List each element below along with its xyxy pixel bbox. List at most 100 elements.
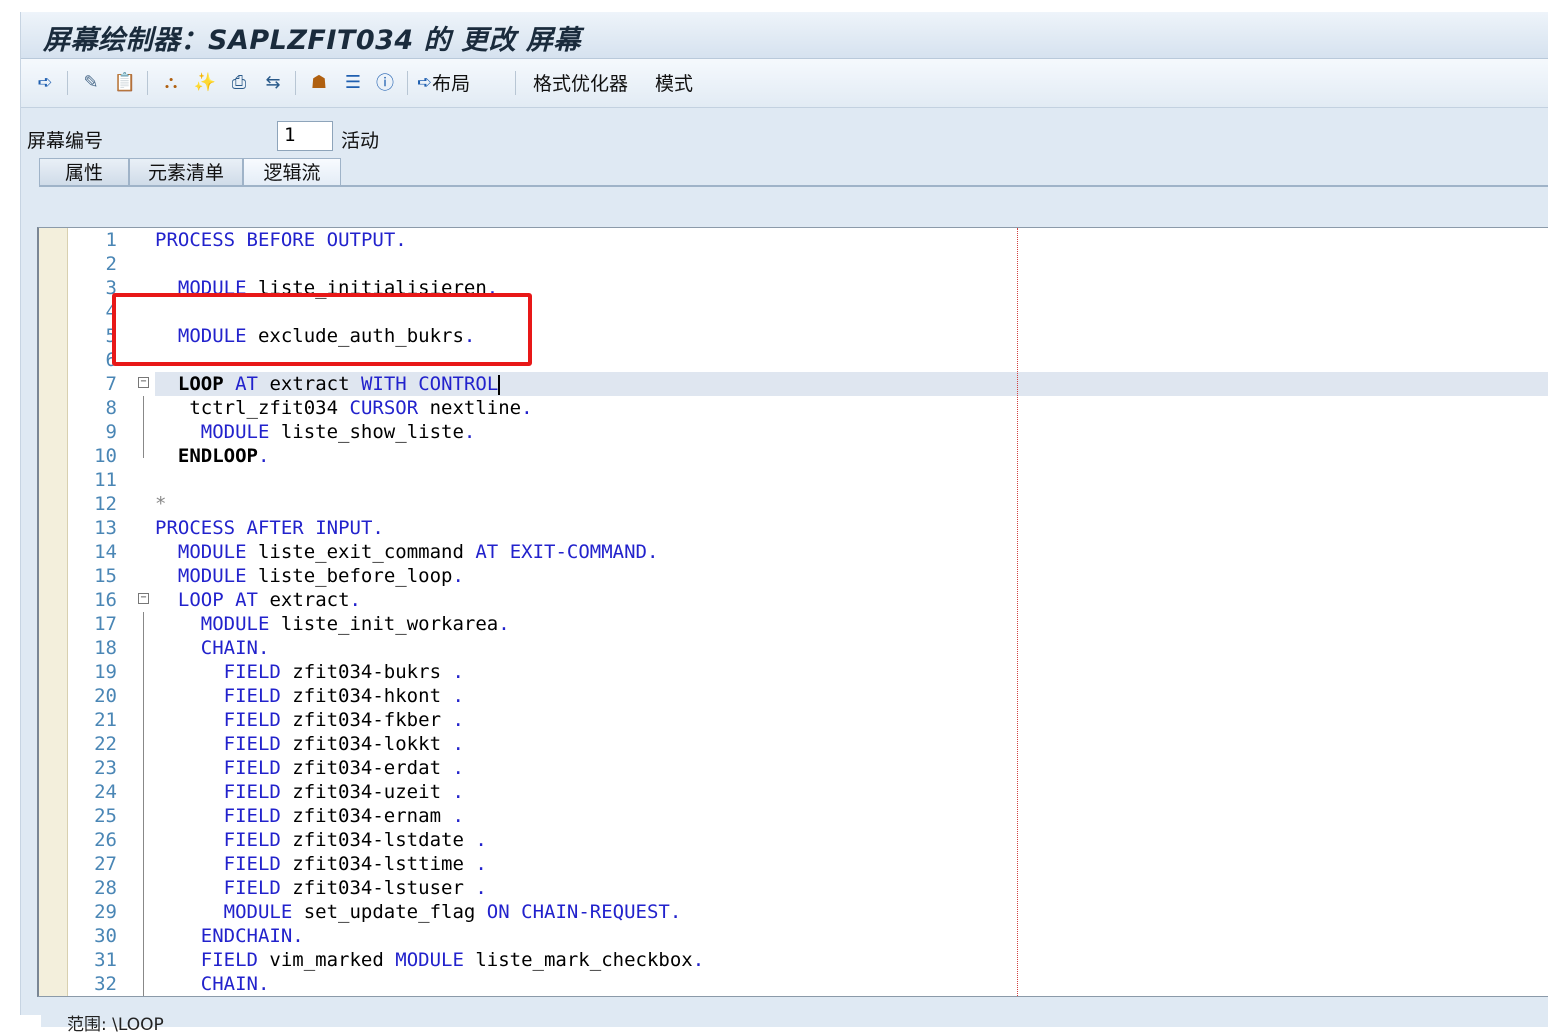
code-text: FIELD zfit034-ernam .: [223, 805, 464, 827]
code-line[interactable]: 19 FIELD zfit034-bukrs .: [39, 660, 1548, 684]
code-text: MODULE liste_before_loop.: [177, 565, 464, 587]
code-line[interactable]: 1 PROCESS BEFORE OUTPUT.: [39, 228, 1548, 252]
line-number: 6: [105, 349, 117, 371]
code-line[interactable]: 24 FIELD zfit034-uzeit .: [39, 780, 1548, 804]
title-bar: 屏幕绘制器：SAPLZFIT034 的 更改 屏幕: [21, 12, 1548, 59]
line-number: 25: [94, 805, 117, 827]
code-line[interactable]: 9 MODULE liste_show_liste.: [39, 420, 1548, 444]
status-text: 范围: \LOOP: [67, 1015, 164, 1035]
status-bar: 范围: \LOOP: [41, 1006, 1548, 1035]
code-text: FIELD zfit034-fkber .: [223, 709, 464, 731]
line-number: 28: [94, 877, 117, 899]
print-icon[interactable]: ⎙: [225, 69, 253, 95]
code-text: MODULE liste_init_workarea.: [200, 613, 510, 635]
code-text: MODULE liste_show_liste.: [200, 421, 476, 443]
code-text: MODULE set_update_flag ON CHAIN-REQUEST.: [223, 901, 682, 923]
code-line[interactable]: 20 FIELD zfit034-hkont .: [39, 684, 1548, 708]
toolbar-separator: [295, 71, 296, 95]
code-line[interactable]: 12 *: [39, 492, 1548, 516]
code-text: tctrl_zfit034 CURSOR nextline.: [189, 397, 533, 419]
screen-status-label: 活动: [341, 130, 380, 152]
layout-button[interactable]: ➪ 布局: [417, 69, 470, 95]
line-number: 14: [94, 541, 117, 563]
hierarchy-icon[interactable]: ⛬: [157, 69, 185, 95]
arrow-right-icon: ➪: [417, 71, 433, 93]
org-chart-icon[interactable]: ☗: [305, 69, 333, 95]
code-line[interactable]: 8 tctrl_zfit034 CURSOR nextline.: [39, 396, 1548, 420]
magic-wand-icon[interactable]: ✨: [191, 69, 219, 95]
toolbar-separator: [147, 71, 148, 95]
line-number: 8: [105, 397, 117, 419]
line-number: 19: [94, 661, 117, 683]
code-line[interactable]: 10 ENDLOOP.: [39, 444, 1548, 468]
line-number: 7: [105, 373, 117, 395]
code-line[interactable]: 15 MODULE liste_before_loop.: [39, 564, 1548, 588]
stack-icon[interactable]: ☰: [339, 69, 367, 95]
code-text: FIELD zfit034-lokkt .: [223, 733, 464, 755]
transfer-icon[interactable]: ⇆: [259, 69, 287, 95]
code-line[interactable]: 23 FIELD zfit034-erdat .: [39, 756, 1548, 780]
code-text: PROCESS AFTER INPUT.: [155, 517, 384, 539]
pattern-button[interactable]: 模式: [655, 69, 693, 95]
code-text: LOOP AT extract WITH CONTROL: [177, 373, 501, 395]
line-number: 10: [94, 445, 117, 467]
toolbar-separator: [407, 71, 408, 95]
glasses-pen-icon[interactable]: ✎: [77, 69, 105, 95]
code-text: CHAIN.: [200, 973, 270, 995]
line-number: 20: [94, 685, 117, 707]
code-line[interactable]: 31 FIELD vim_marked MODULE liste_mark_ch…: [39, 948, 1548, 972]
line-number: 26: [94, 829, 117, 851]
code-text: ENDCHAIN.: [200, 925, 304, 947]
tab-attributes[interactable]: 属性: [39, 158, 129, 186]
code-text: FIELD zfit034-lstdate .: [223, 829, 487, 851]
line-number: 17: [94, 613, 117, 635]
code-line[interactable]: 7 − LOOP AT extract WITH CONTROL: [39, 372, 1548, 396]
layout-label: 布局: [432, 72, 471, 95]
code-line[interactable]: 22 FIELD zfit034-lokkt .: [39, 732, 1548, 756]
code-line[interactable]: 32 CHAIN.: [39, 972, 1548, 996]
code-text: *: [155, 493, 167, 515]
line-number: 13: [94, 517, 117, 539]
collapse-icon[interactable]: −: [138, 377, 149, 388]
line-number: 3: [105, 277, 117, 299]
line-number: 18: [94, 637, 117, 659]
code-line[interactable]: 17 MODULE liste_init_workarea.: [39, 612, 1548, 636]
code-line[interactable]: 27 FIELD zfit034-lsttime .: [39, 852, 1548, 876]
code-line[interactable]: 14 MODULE liste_exit_command AT EXIT-COM…: [39, 540, 1548, 564]
line-number: 29: [94, 901, 117, 923]
arrow-right-icon[interactable]: ➪: [31, 69, 59, 95]
code-line[interactable]: 30 ENDCHAIN.: [39, 924, 1548, 948]
code-text: FIELD vim_marked MODULE liste_mark_check…: [200, 949, 705, 971]
code-text: FIELD zfit034-erdat .: [223, 757, 464, 779]
code-line[interactable]: 29 MODULE set_update_flag ON CHAIN-REQUE…: [39, 900, 1548, 924]
code-line[interactable]: 16 − LOOP AT extract.: [39, 588, 1548, 612]
toolbar-separator: [515, 71, 516, 95]
line-number: 16: [94, 589, 117, 611]
code-line[interactable]: 25 FIELD zfit034-ernam .: [39, 804, 1548, 828]
line-number: 12: [94, 493, 117, 515]
code-text: FIELD zfit034-uzeit .: [223, 781, 464, 803]
tab-flow-logic[interactable]: 逻辑流: [243, 158, 341, 186]
collapse-icon[interactable]: −: [138, 593, 149, 604]
line-number: 4: [105, 301, 117, 323]
code-line[interactable]: 21 FIELD zfit034-fkber .: [39, 708, 1548, 732]
tab-element-list[interactable]: 元素清单: [129, 158, 243, 186]
screen-number-field[interactable]: 1: [277, 121, 333, 151]
code-text: MODULE liste_exit_command AT EXIT-COMMAN…: [177, 541, 659, 563]
code-line[interactable]: 11: [39, 468, 1548, 492]
code-line[interactable]: 13 PROCESS AFTER INPUT.: [39, 516, 1548, 540]
code-line[interactable]: 28 FIELD zfit034-lstuser .: [39, 876, 1548, 900]
line-number: 1: [105, 229, 117, 251]
code-line[interactable]: 2: [39, 252, 1548, 276]
info-icon[interactable]: ⓘ: [371, 69, 399, 95]
line-number: 30: [94, 925, 117, 947]
screen-painter-window: 屏幕绘制器：SAPLZFIT034 的 更改 屏幕 ➪ ✎ 📋 ⛬ ✨ ⎙ ⇆ …: [20, 12, 1548, 1035]
code-text: PROCESS BEFORE OUTPUT.: [155, 229, 407, 251]
pretty-printer-button[interactable]: 格式优化器: [533, 69, 628, 95]
window-title: 屏幕绘制器：SAPLZFIT034 的 更改 屏幕: [43, 25, 581, 56]
line-number: 9: [105, 421, 117, 443]
code-line[interactable]: 26 FIELD zfit034-lstdate .: [39, 828, 1548, 852]
line-number: 22: [94, 733, 117, 755]
clipboard-icon[interactable]: 📋: [111, 69, 139, 95]
code-line[interactable]: 18 CHAIN.: [39, 636, 1548, 660]
